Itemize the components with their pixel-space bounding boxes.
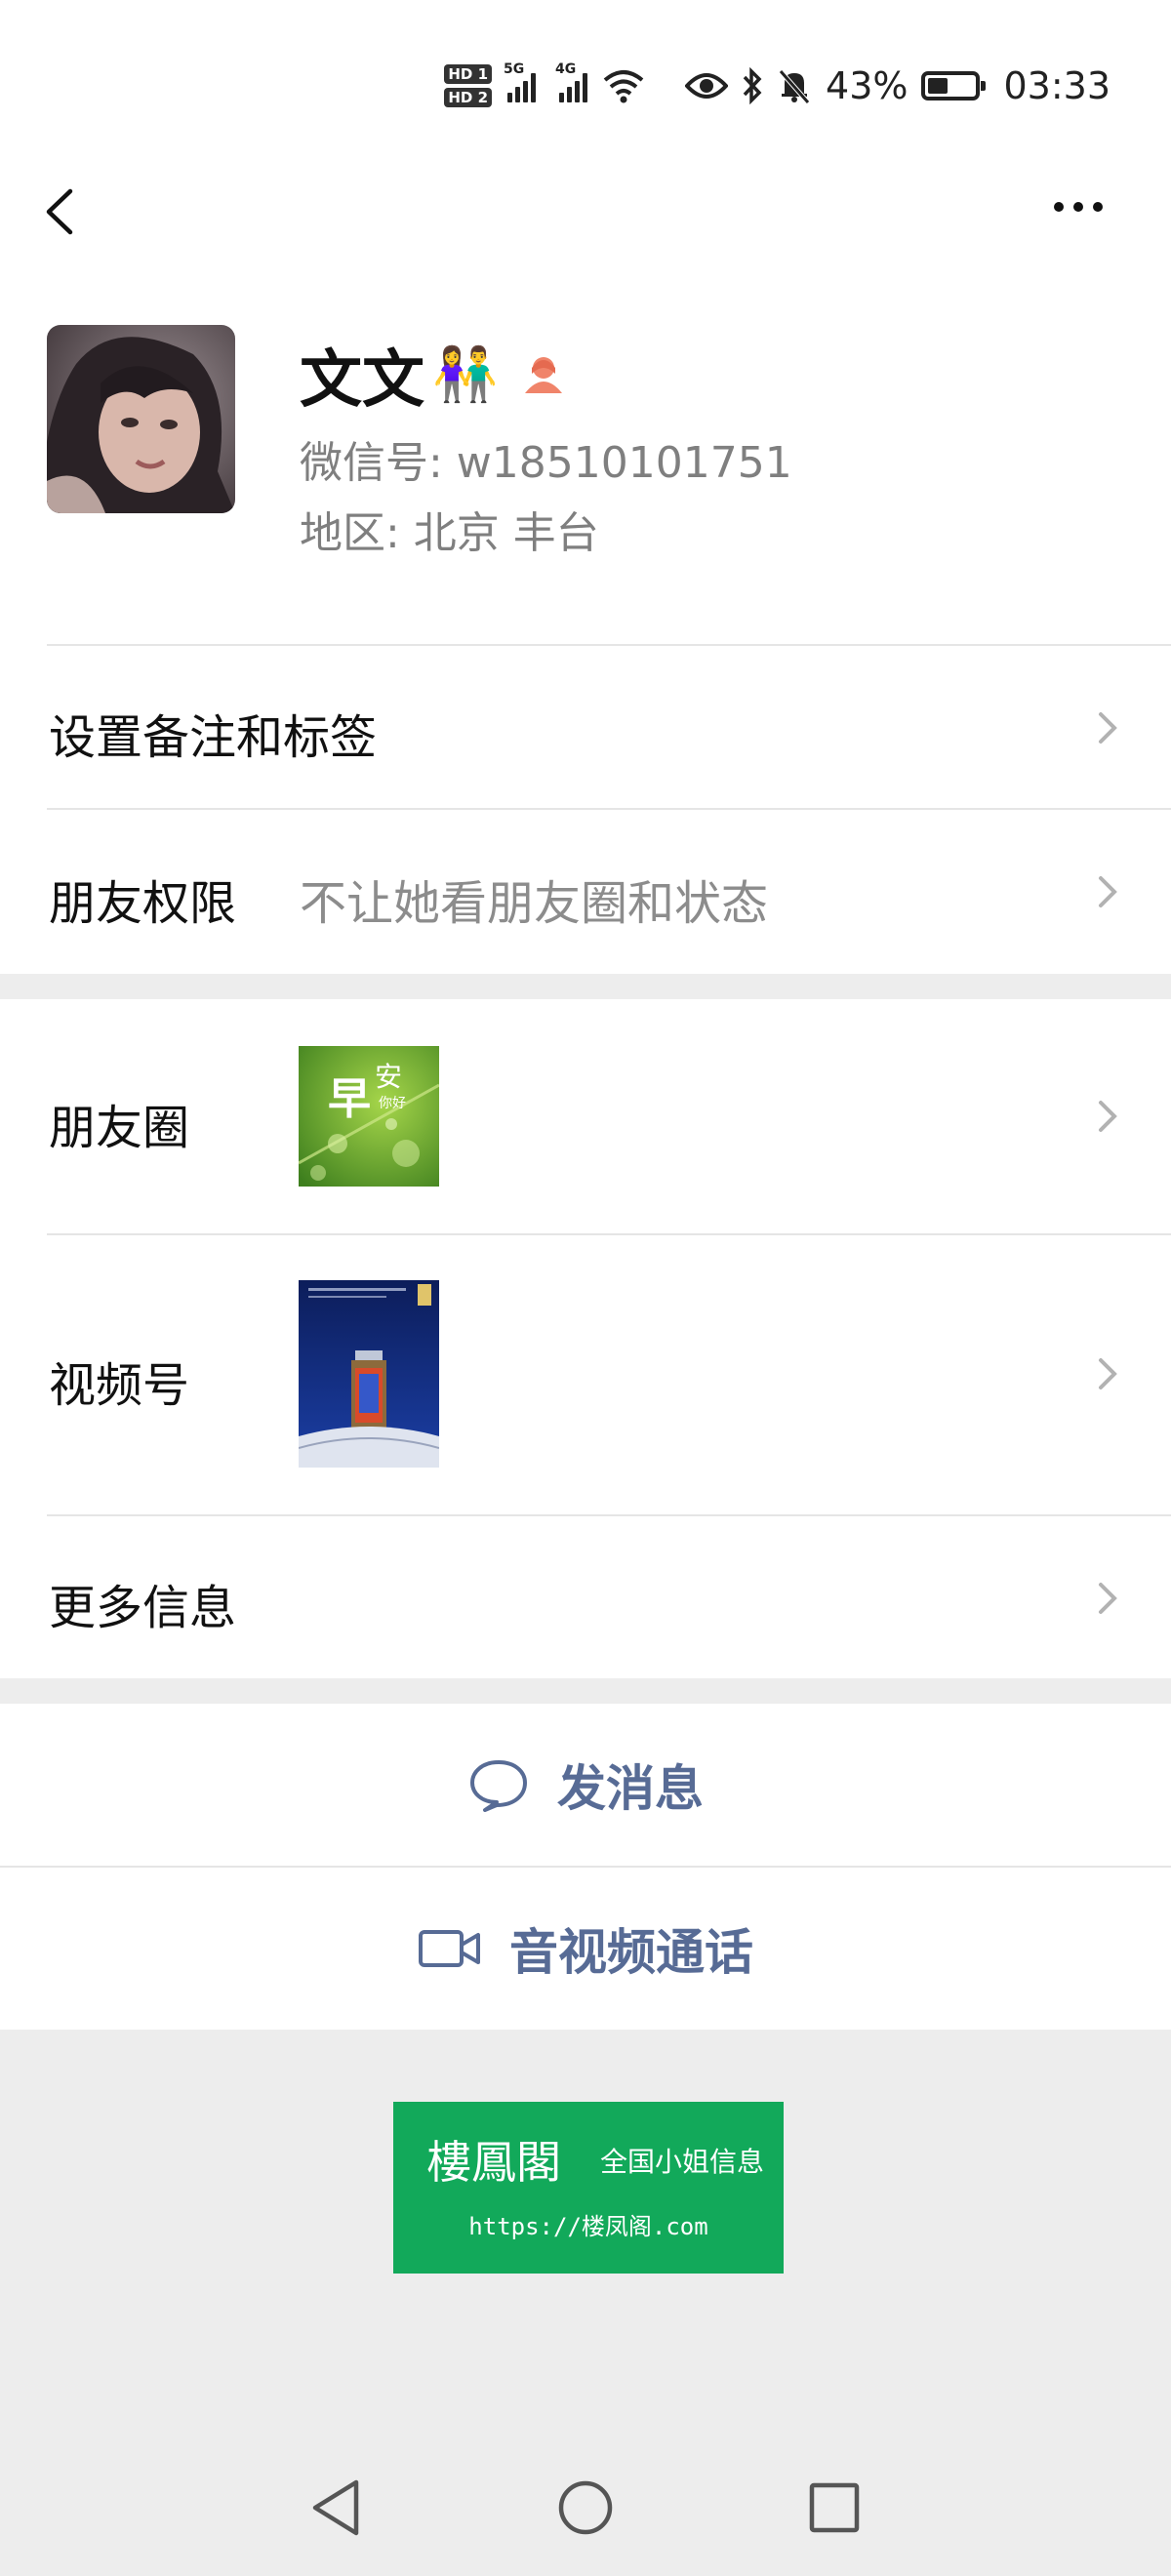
more-info-row[interactable]: 更多信息: [0, 1516, 1171, 1678]
profile-card: 文文 👫 微信号: w18510101751 地区: 北京 丰台: [0, 254, 1171, 646]
channels-label: 视频号: [49, 1358, 190, 1413]
hd1-badge: HD 1: [444, 64, 493, 84]
ad-url: https://楼凤阁.com: [468, 2213, 708, 2240]
remark-tags-row[interactable]: 设置备注和标签: [0, 646, 1171, 808]
wifi-icon: [603, 70, 644, 103]
wechat-id: 微信号: w18510101751: [300, 438, 792, 488]
system-back-button[interactable]: [298, 2469, 376, 2547]
settings-group: 设置备注和标签 朋友权限 不让她看朋友圈和状态: [0, 646, 1171, 974]
friend-permission-value: 不让她看朋友圈和状态: [300, 876, 769, 931]
send-message-button[interactable]: 发消息: [0, 1704, 1171, 1866]
avatar[interactable]: [47, 325, 235, 513]
send-message-label: 发消息: [557, 1760, 704, 1817]
channels-thumbnail: [299, 1280, 439, 1468]
signal-5g-icon: 5G: [504, 61, 537, 102]
female-contact-icon: [525, 357, 563, 393]
couple-emoji-icon: 👫: [432, 343, 499, 405]
bluetooth-icon: [743, 67, 762, 104]
chevron-left-icon: [46, 188, 73, 235]
top-navigation: [0, 166, 1171, 254]
back-button[interactable]: [35, 176, 94, 244]
chevron-right-icon: [1099, 1358, 1117, 1389]
clock: 03:33: [1003, 64, 1110, 107]
more-options-button[interactable]: [1044, 185, 1122, 234]
content-group: 朋友圈 早 安 你好 视频号 更多信息: [0, 999, 1171, 1678]
region: 地区: 北京 丰台: [300, 508, 599, 558]
friend-permission-row[interactable]: 朋友权限 不让她看朋友圈和状态: [0, 810, 1171, 974]
thumb-text-big: 早: [328, 1074, 371, 1124]
chevron-right-icon: [1099, 1583, 1117, 1614]
chat-bubble-icon: [470, 1760, 527, 1812]
circle-home-icon: [558, 2480, 613, 2535]
eye-icon: [685, 73, 729, 99]
friend-permission-label: 朋友权限: [49, 876, 237, 931]
remark-tags-label: 设置备注和标签: [49, 710, 378, 765]
moments-row[interactable]: 朋友圈 早 安 你好: [0, 999, 1171, 1233]
ad-title: 樓鳳閣: [426, 2136, 561, 2189]
chevron-right-icon: [1099, 876, 1117, 907]
system-home-button[interactable]: [546, 2469, 625, 2547]
more-info-label: 更多信息: [49, 1581, 237, 1635]
system-navigation-bar: [0, 2469, 1171, 2547]
thumb-text-tiny: 你好: [379, 1096, 406, 1111]
status-bar: HD 1 HD 2 5G 4G 43% 03:33: [0, 0, 1171, 166]
chevron-right-icon: [1099, 712, 1117, 744]
av-call-button[interactable]: 音视频通话: [0, 1868, 1171, 2030]
square-recents-icon: [809, 2482, 860, 2533]
hd2-badge: HD 2: [444, 88, 493, 107]
display-name: 文文: [300, 344, 424, 417]
battery-percent: 43%: [826, 64, 909, 107]
video-camera-icon: [419, 1930, 480, 1967]
ellipsis-icon: [1054, 202, 1103, 212]
mute-bell-icon: [779, 69, 810, 104]
system-recents-button[interactable]: [795, 2469, 873, 2547]
ad-subtitle: 全国小姐信息: [600, 2146, 765, 2178]
status-icons: HD 1 HD 2 5G 4G 43% 03:33: [444, 57, 1110, 115]
name-row: 文文 👫: [300, 330, 568, 420]
moments-thumbnail: 早 安 你好: [299, 1046, 439, 1187]
signal-4g-icon: 4G: [555, 61, 588, 102]
hd-indicators: HD 1 HD 2: [444, 64, 493, 107]
triangle-back-icon: [312, 2479, 359, 2536]
chevron-right-icon: [1099, 1101, 1117, 1132]
battery-icon: [921, 71, 987, 101]
av-call-label: 音视频通话: [509, 1924, 753, 1981]
channels-row[interactable]: 视频号: [0, 1235, 1171, 1514]
thumb-text-small: 安: [375, 1061, 403, 1093]
avatar-photo: [47, 325, 235, 513]
ad-banner[interactable]: 樓鳳閣 全国小姐信息 https://楼凤阁.com: [393, 2102, 784, 2274]
moments-label: 朋友圈: [49, 1101, 190, 1155]
